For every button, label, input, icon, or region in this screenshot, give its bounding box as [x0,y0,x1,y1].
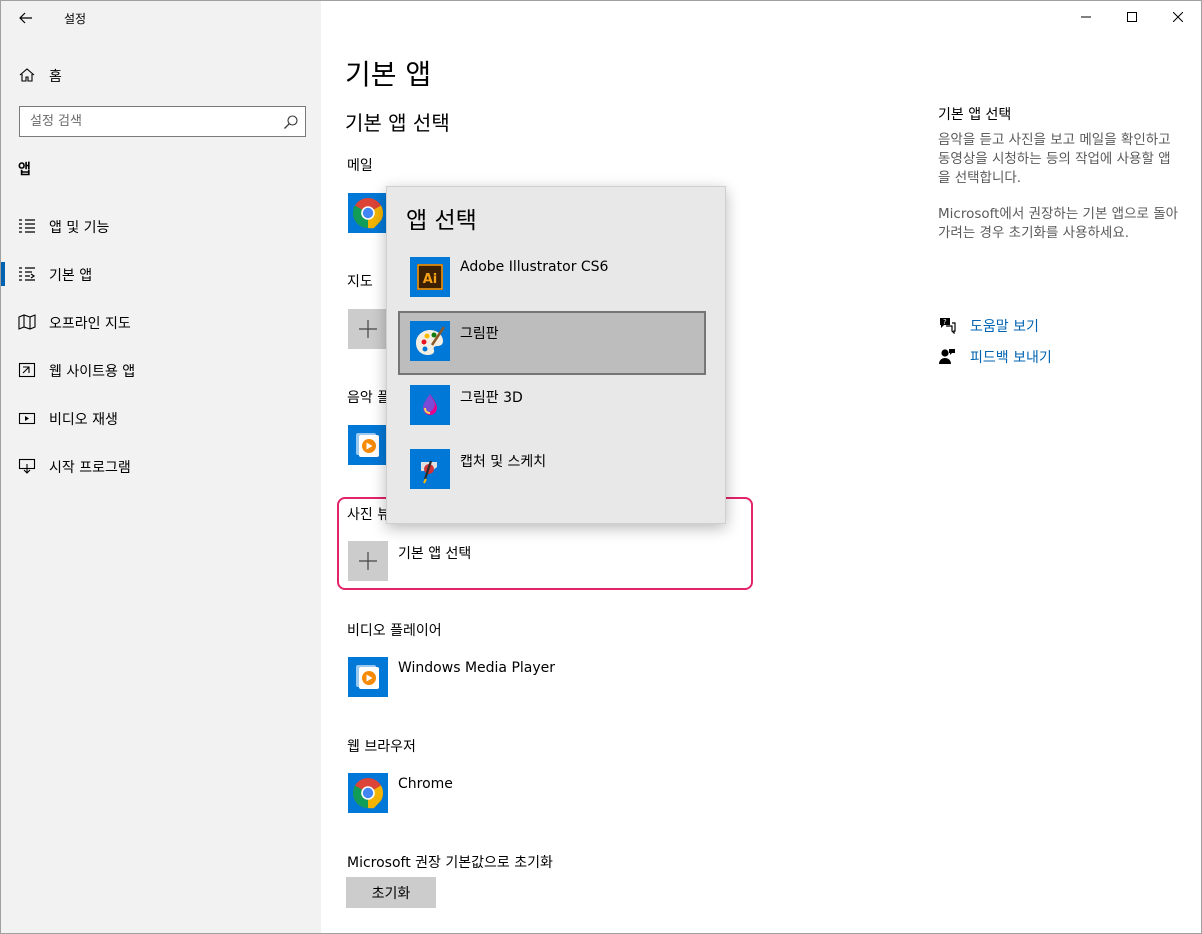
offline-maps-icon [18,314,36,330]
sidebar-item-home[interactable]: 홈 [1,59,321,91]
music-app-button[interactable] [348,425,388,465]
home-icon [19,68,35,82]
windows-media-player-icon [356,665,379,689]
flyout-item-label: Adobe Illustrator CS6 [460,259,609,275]
paint-3d-icon [410,385,450,425]
sidebar-item-video-playback[interactable]: 비디오 재생 [1,398,321,438]
app-chooser-flyout: 앱 선택 Ai Adobe Illustrator CS6 그림판 그림판 3D… [386,186,726,524]
apps-features-icon [19,219,35,233]
plus-icon [359,320,377,338]
flyout-item-paint[interactable]: 그림판 [398,311,706,375]
chrome-icon [352,778,384,809]
maximize-button[interactable] [1109,1,1155,33]
maps-choose-button[interactable] [348,309,388,349]
category-music-label: 음악 플 [347,390,391,406]
page-title: 기본 앱 [345,58,432,91]
close-button[interactable] [1155,1,1201,33]
sidebar-item-label: 웹 사이트용 앱 [49,364,136,380]
sidebar-item-label: 기본 앱 [49,268,93,284]
chrome-icon [352,198,384,229]
flyout-item-label: 그림판 [460,326,499,342]
sidebar-item-label: 시작 프로그램 [49,460,131,476]
sidebar-item-offline-maps[interactable]: 오프라인 지도 [1,302,321,342]
category-browser-label: 웹 브라우저 [347,739,416,755]
sidebar: 설정 홈 앱 앱 및 기능 기본 앱 오프라인 지도 웹 사이트용 앱 [1,1,321,933]
search-box[interactable] [19,106,306,137]
window-title: 설정 [64,12,87,26]
sidebar-item-label: 앱 및 기능 [49,220,110,236]
search-input[interactable] [20,107,276,136]
browser-app-name[interactable]: Chrome [398,776,453,792]
snip-sketch-icon [410,449,450,489]
svg-text:Ai: Ai [423,272,438,287]
reset-button[interactable]: 초기화 [346,877,436,908]
flyout-item-label: 캡처 및 스케치 [460,454,547,470]
reset-label: Microsoft 권장 기본값으로 초기화 [347,855,553,871]
search-icon[interactable] [283,114,299,130]
paint-icon [410,321,450,361]
right-panel-desc2: Microsoft에서 권장하는 기본 앱으로 돌아가려는 경우 초기화를 사용… [938,206,1179,241]
back-button[interactable] [13,5,39,31]
help-chat-icon: ? [940,318,956,334]
right-panel-title: 기본 앱 선택 [938,107,1012,123]
video-playback-icon [18,412,36,425]
sidebar-item-default-apps[interactable]: 기본 앱 [1,254,321,294]
default-apps-icon [19,267,36,281]
category-video-label: 비디오 플레이어 [347,623,442,639]
adobe-illustrator-icon: Ai [410,257,450,297]
plus-icon [359,552,377,570]
flyout-item-snip-sketch[interactable]: 캡처 및 스케치 [398,439,706,503]
section-title: 앱 [18,162,31,178]
flyout-item-paint-3d[interactable]: 그림판 3D [398,375,706,439]
sidebar-item-label: 오프라인 지도 [49,316,131,332]
section-subtitle: 기본 앱 선택 [345,111,450,135]
close-icon [1173,12,1183,22]
settings-window: 설정 홈 앱 앱 및 기능 기본 앱 오프라인 지도 웹 사이트용 앱 [0,0,1202,934]
category-photo-label: 사진 뷰 [347,507,391,523]
flyout-title: 앱 선택 [406,208,477,234]
sidebar-item-startup[interactable]: 시작 프로그램 [1,446,321,486]
category-maps-label: 지도 [347,274,373,290]
startup-icon [18,458,36,474]
category-mail-label: 메일 [347,158,373,174]
browser-app-button[interactable] [348,773,388,813]
sidebar-item-label: 비디오 재생 [49,412,118,428]
feedback-icon [939,349,955,364]
minimize-button[interactable] [1063,1,1109,33]
help-link-label[interactable]: 도움말 보기 [970,316,1039,336]
apps-for-websites-icon [18,362,36,378]
flyout-item-adobe-illustrator[interactable]: Ai Adobe Illustrator CS6 [398,247,706,311]
video-app-button[interactable] [348,657,388,697]
maximize-icon [1127,12,1137,22]
mail-app-button[interactable] [348,193,388,233]
feedback-link-label[interactable]: 피드백 보내기 [970,347,1052,367]
windows-media-player-icon [356,433,379,457]
photo-choose-label[interactable]: 기본 앱 선택 [398,543,471,563]
right-panel-desc1: 음악을 듣고 사진을 보고 메일을 확인하고 동영상을 시청하는 등의 작업에 … [938,132,1171,186]
sidebar-item-apps-for-websites[interactable]: 웹 사이트용 앱 [1,350,321,390]
home-label: 홈 [49,69,62,85]
sidebar-item-apps-features[interactable]: 앱 및 기능 [1,206,321,246]
svg-text:?: ? [943,318,947,326]
flyout-item-label: 그림판 3D [460,390,523,406]
photo-choose-button[interactable] [348,541,388,581]
minimize-icon [1081,16,1091,18]
back-arrow-icon [19,12,32,24]
video-app-name[interactable]: Windows Media Player [398,660,555,676]
